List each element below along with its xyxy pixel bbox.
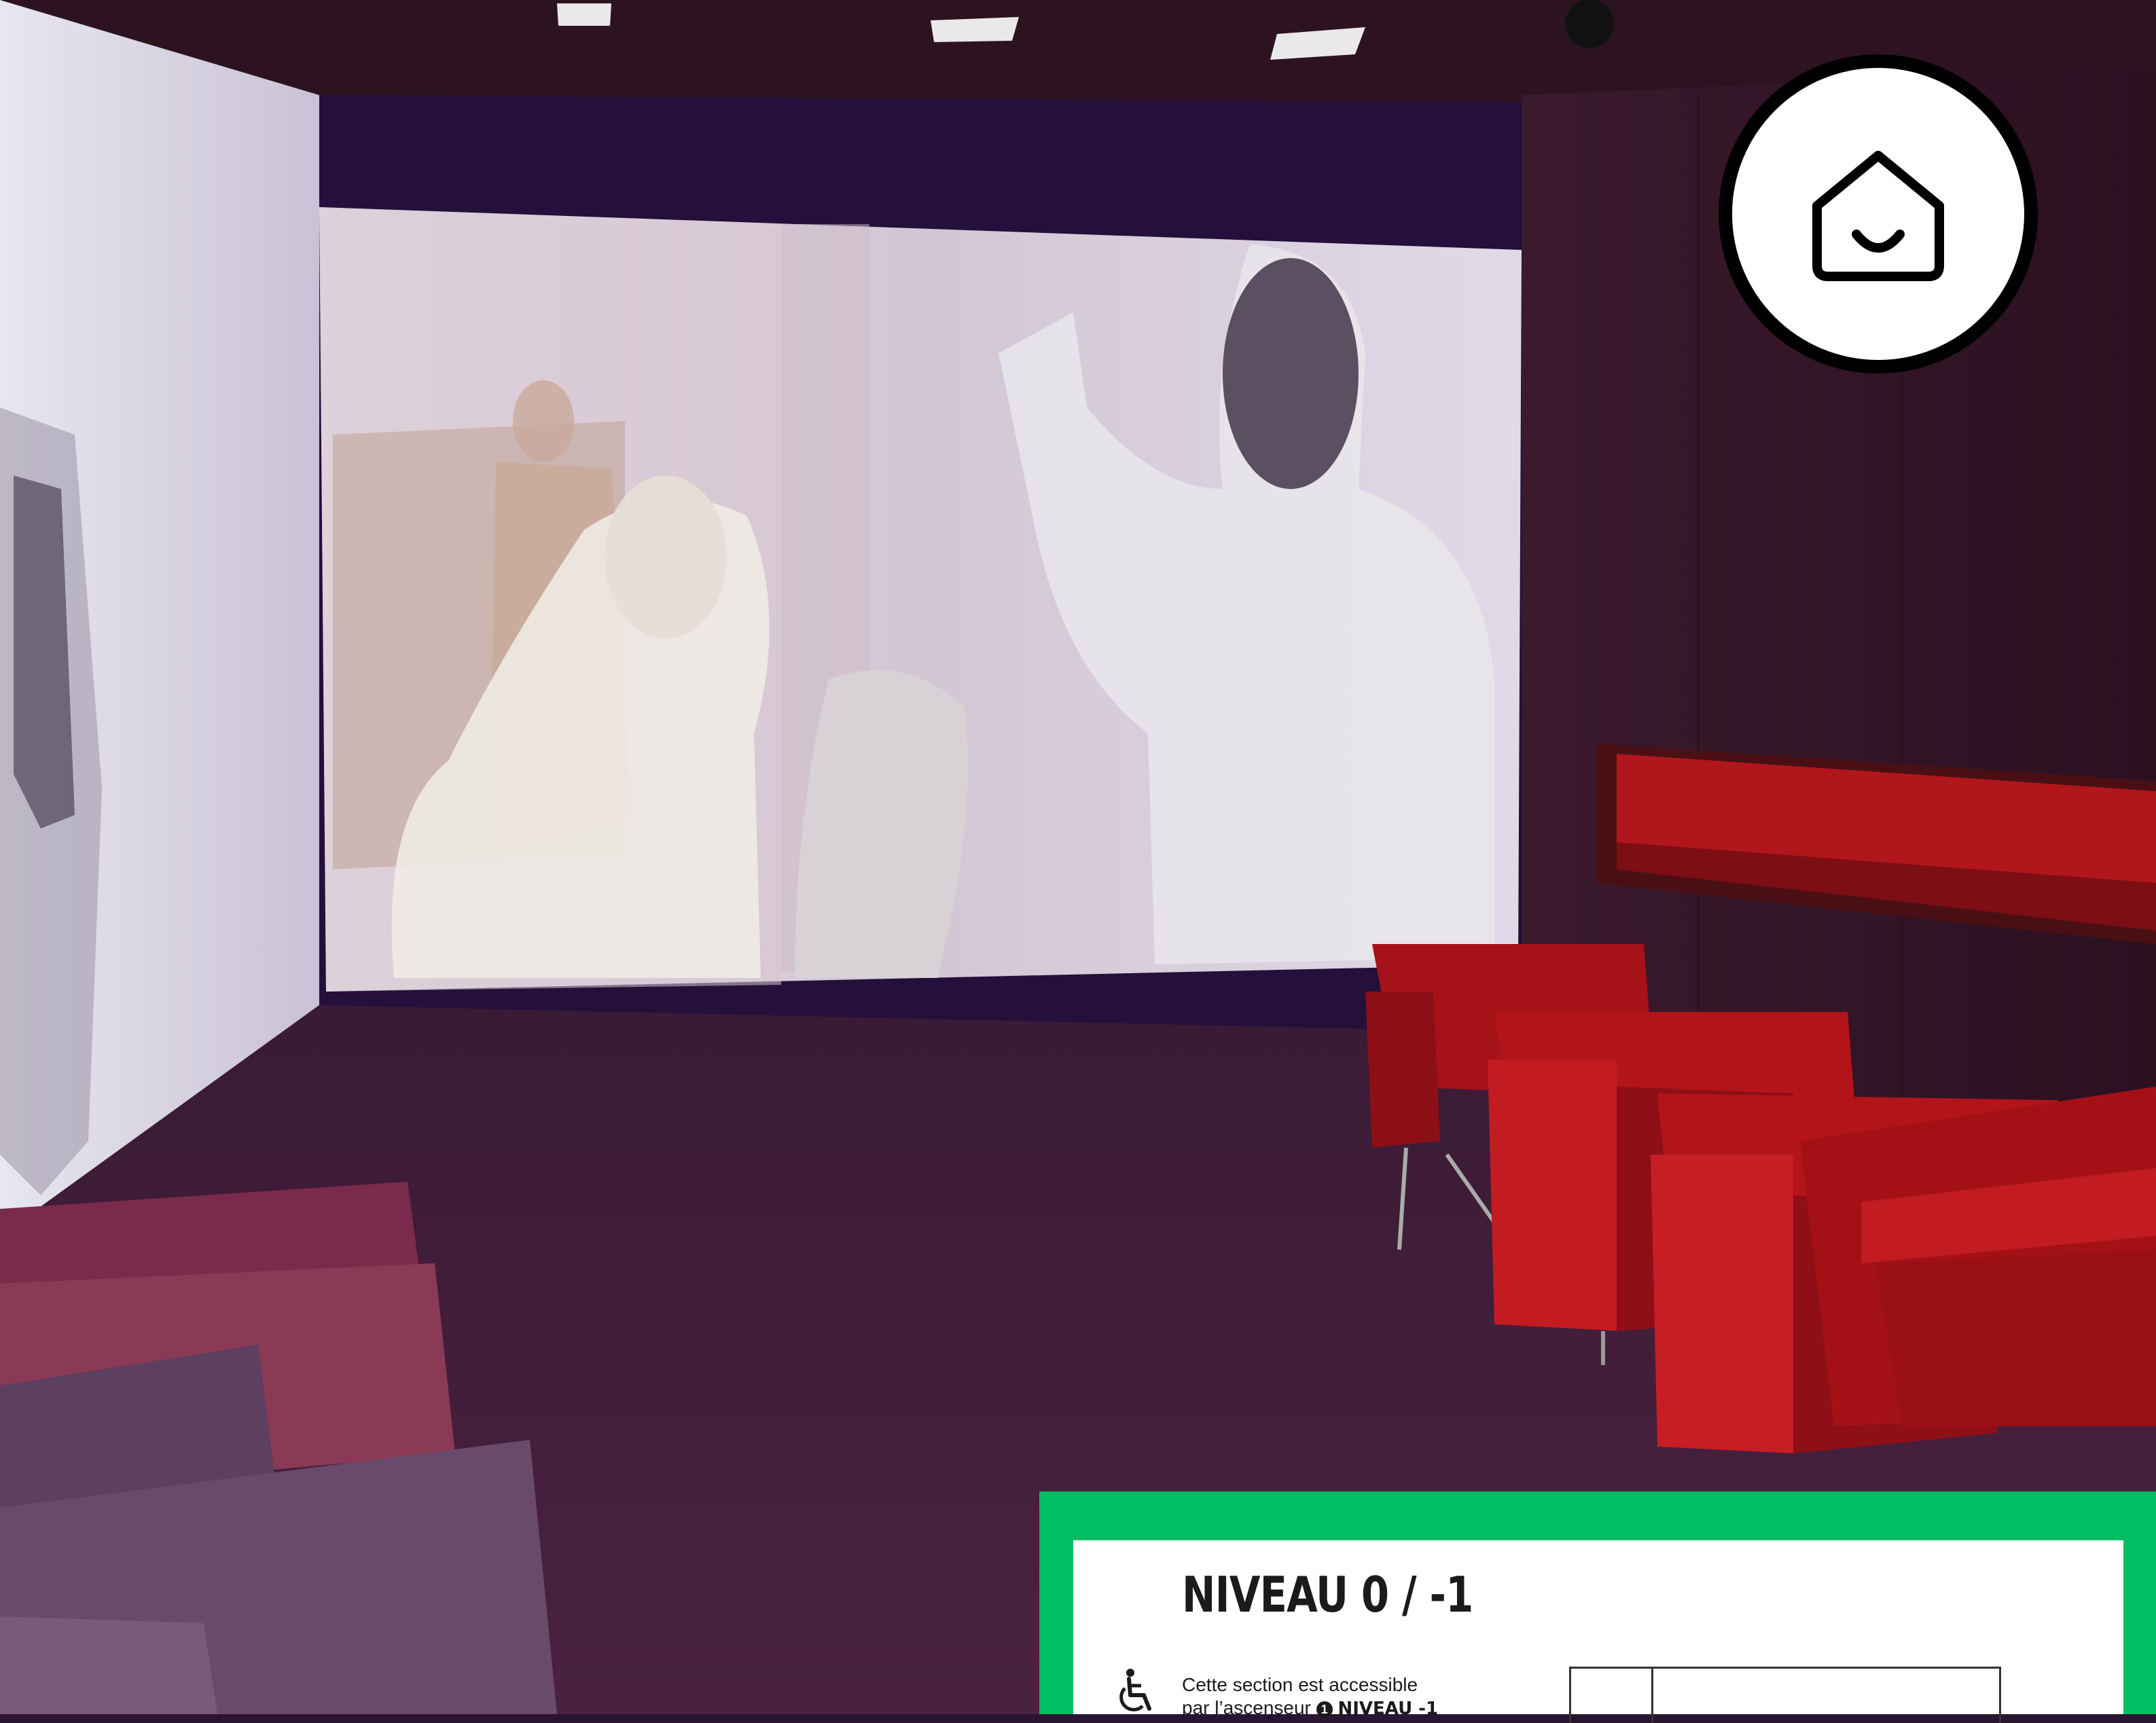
accessibility-elevator-text: par l’ascenseur bbox=[1182, 1697, 1311, 1718]
level-info-card-body: NIVEAU 0 / -1 Cette section est accessib… bbox=[1073, 1540, 2123, 1723]
level-name: NIVEAU -1 bbox=[1337, 1699, 1439, 1719]
floor-map-preview bbox=[1569, 1667, 2001, 1723]
level-number-badge: 1 bbox=[1316, 1701, 1333, 1718]
level-title: NIVEAU 0 / -1 bbox=[1182, 1566, 1473, 1623]
accessibility-line-1: Cette section est accessible bbox=[1182, 1674, 1418, 1695]
home-logo-badge[interactable] bbox=[1719, 54, 2038, 374]
film-statue-head bbox=[513, 380, 574, 462]
ceiling-light bbox=[557, 3, 611, 26]
ceiling-light bbox=[931, 17, 1019, 42]
accessibility-note: Cette section est accessible par l’ascen… bbox=[1182, 1673, 1494, 1720]
wheelchair-icon bbox=[1119, 1669, 1151, 1711]
film-girl-figure bbox=[795, 670, 968, 978]
home-smile-icon bbox=[1812, 151, 1944, 281]
red-armchair bbox=[1800, 1087, 2156, 1426]
ceiling-projector bbox=[1565, 0, 1614, 48]
level-info-card: NIVEAU 0 / -1 Cette section est accessib… bbox=[1039, 1491, 2156, 1723]
home-logo-circle bbox=[1732, 68, 2024, 360]
accessibility-line-2: par l’ascenseur 1 NIVEAU -1 bbox=[1182, 1697, 1494, 1720]
floor-map-divider bbox=[1651, 1669, 1653, 1723]
